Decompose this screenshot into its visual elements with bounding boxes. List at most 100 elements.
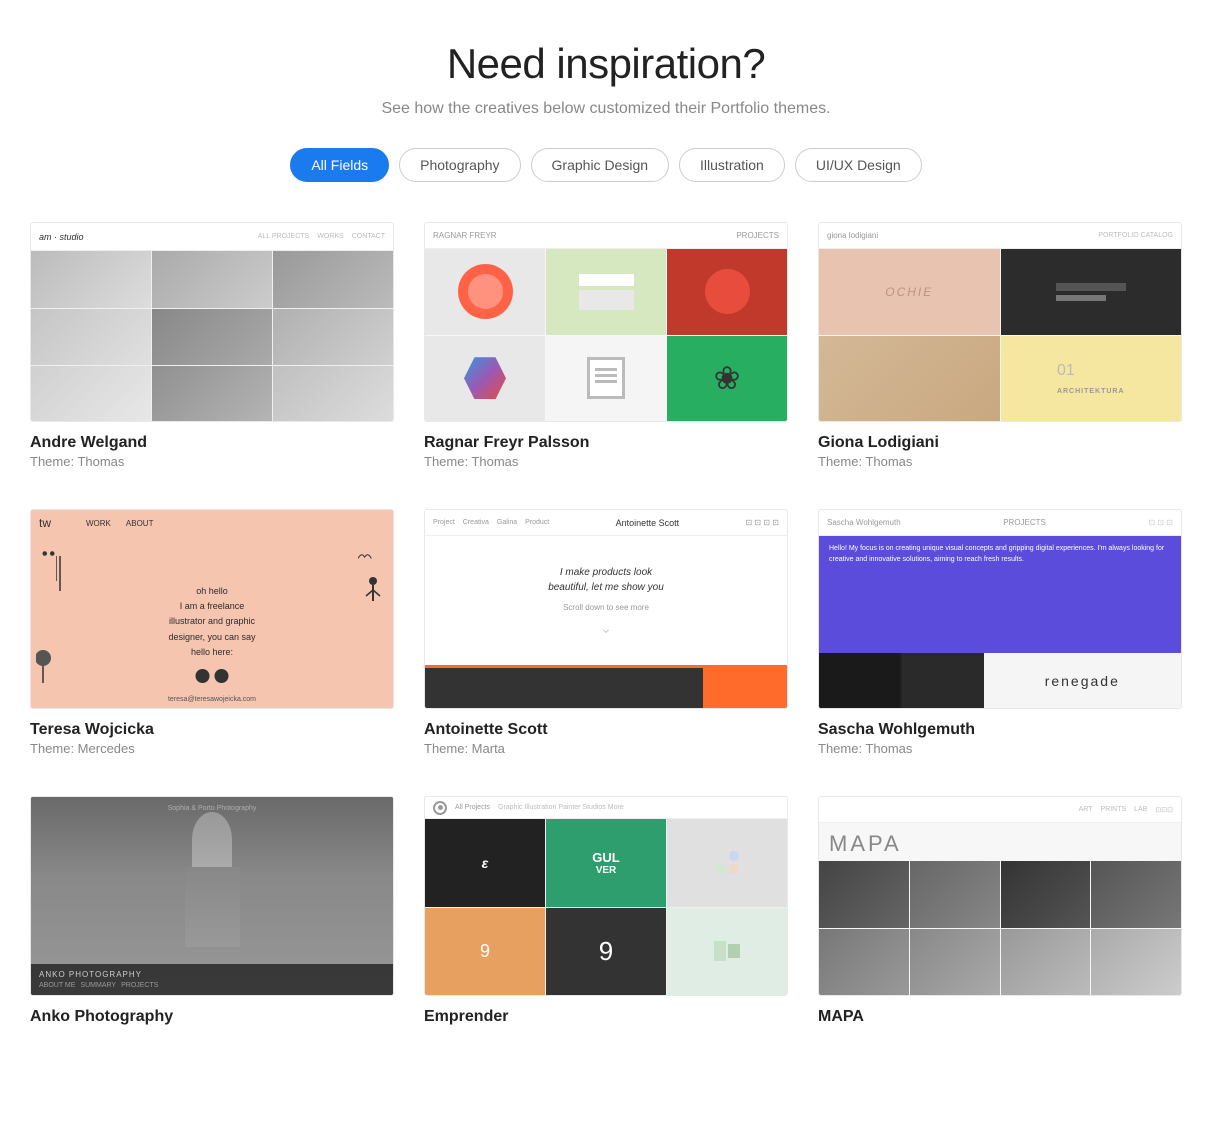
emp-cell-5: 9	[546, 908, 666, 996]
sascha-site-name: Sascha Wohlgemuth	[827, 518, 901, 527]
teresa-header: tw WORK ABOUT	[31, 510, 393, 536]
ragnar-header: RAGNAR FREYR PROJECTS	[425, 223, 787, 249]
am-studio-name: am · studio	[39, 232, 84, 242]
teresa-social	[196, 669, 229, 683]
portfolio-name-ragnar: Ragnar Freyr Palsson	[424, 434, 788, 452]
emp-cell-3	[667, 819, 787, 907]
portfolio-name-antoinette: Antoinette Scott	[424, 721, 788, 739]
teresa-contact: teresa@teresawojeicka.com	[31, 696, 393, 703]
anko-top-text: Sophia & Porto Photography	[31, 805, 393, 812]
portfolio-theme-antoinette: Theme: Marta	[424, 741, 788, 756]
portfolio-theme-andre: Theme: Thomas	[30, 454, 394, 469]
giona-cell-4-text: 01 ARCHITEKTURA	[1049, 352, 1133, 404]
page-wrapper: Need inspiration? See how the creatives …	[0, 0, 1212, 1048]
mapa-header: ARTPRINTSLAB ⊡⊡⊡	[819, 797, 1181, 823]
emp-header: All Projects Graphic Illustration Painte…	[425, 797, 787, 819]
portfolio-item-ragnar: RAGNAR FREYR PROJECTS	[424, 222, 788, 469]
portfolio-preview-sascha[interactable]: Sascha Wohlgemuth PROJECTS ⊡ ⊡ ⊡ Hello! …	[818, 509, 1182, 709]
teresa-tree	[36, 643, 51, 688]
portfolio-name-andre: Andre Welgand	[30, 434, 394, 452]
teresa-about: ABOUT	[126, 519, 154, 528]
giona-grid: OCHIE 01 ARCHITEKTURA	[819, 249, 1181, 421]
portfolio-preview-anko[interactable]: Sophia & Porto Photography ANKO PHOTOGRA…	[30, 796, 394, 996]
portfolio-name-sascha: Sascha Wohlgemuth	[818, 721, 1182, 739]
sascha-icons: ⊡ ⊡ ⊡	[1148, 518, 1173, 527]
giona-cell-3-bg	[819, 336, 1000, 422]
portfolio-item-giona: giona lodigiani PORTFOLIO CATALOG OCHIE	[818, 222, 1182, 469]
ragnar-orange-circle	[458, 264, 513, 319]
ant-header: ProjectCreativaGalinaProduct Antoinette …	[425, 510, 787, 536]
am-cell-9	[273, 366, 393, 422]
mapa-photo-1	[819, 861, 909, 928]
ant-bottom-strip	[425, 668, 787, 708]
portfolio-name-giona: Giona Lodigiani	[818, 434, 1182, 452]
portfolio-preview-ragnar[interactable]: RAGNAR FREYR PROJECTS	[424, 222, 788, 422]
portfolio-preview-mapa[interactable]: ARTPRINTSLAB ⊡⊡⊡ MAPA	[818, 796, 1182, 996]
teresa-body: oh helloI am a freelanceillustrator and …	[31, 536, 393, 708]
ant-chevron: ⌄	[600, 620, 612, 637]
portfolio-item-sascha: Sascha Wohlgemuth PROJECTS ⊡ ⊡ ⊡ Hello! …	[818, 509, 1182, 756]
portfolio-preview-emprender[interactable]: All Projects Graphic Illustration Painte…	[424, 796, 788, 996]
page-title: Need inspiration?	[30, 40, 1182, 88]
sascha-bio-text: Hello! My focus is on creating unique vi…	[829, 544, 1171, 565]
portfolio-name-anko: Anko Photography	[30, 1008, 394, 1026]
filter-illustration[interactable]: Illustration	[679, 148, 785, 182]
portfolio-grid: am · studio ALL PROJECTSWORKSCONTACT	[30, 222, 1182, 1028]
ragnar-cell-5	[546, 336, 666, 422]
portfolio-info-antoinette: Antoinette Scott Theme: Marta	[424, 721, 788, 756]
am-cell-1	[31, 251, 151, 308]
portfolio-info-andre: Andre Welgand Theme: Thomas	[30, 434, 394, 469]
mapa-photo-4	[1091, 861, 1181, 928]
ragnar-hex	[464, 357, 506, 399]
teresa-work: WORK	[86, 519, 111, 528]
mapa-title: MAPA	[819, 823, 1181, 861]
mapa-header-nav: ARTPRINTSLAB ⊡⊡⊡	[1079, 806, 1173, 814]
am-photo-grid	[31, 251, 393, 422]
mapa-photo-7	[1001, 929, 1091, 996]
portfolio-preview-teresa[interactable]: tw WORK ABOUT	[30, 509, 394, 709]
sascha-renegade-section: renegade	[984, 653, 1181, 708]
emp-gul-ver: GUL VER	[592, 850, 619, 876]
mapa-photo-grid	[819, 861, 1181, 995]
preview-header-am: am · studio ALL PROJECTSWORKSCONTACT	[31, 223, 393, 251]
portfolio-preview-andre[interactable]: am · studio ALL PROJECTSWORKSCONTACT	[30, 222, 394, 422]
ant-strip-orange	[703, 668, 787, 708]
portfolio-preview-antoinette[interactable]: ProjectCreativaGalinaProduct Antoinette …	[424, 509, 788, 709]
giona-cell-1: OCHIE	[819, 249, 1000, 335]
teresa-bird	[358, 551, 378, 571]
mapa-photo-6	[910, 929, 1000, 996]
ant-scroll: Scroll down to see more	[563, 603, 649, 612]
filter-graphic-design[interactable]: Graphic Design	[531, 148, 670, 182]
ant-body: I make products lookbeautiful, let me sh…	[425, 536, 787, 668]
filter-all-fields[interactable]: All Fields	[290, 148, 389, 182]
am-cell-8	[152, 366, 272, 422]
portfolio-name-teresa: Teresa Wojcicka	[30, 721, 394, 739]
filter-photography[interactable]: Photography	[399, 148, 520, 182]
ragnar-cell-4	[425, 336, 545, 422]
mapa-photo-2	[910, 861, 1000, 928]
sascha-projects-label: PROJECTS	[1003, 518, 1046, 527]
ragnar-red-circle	[705, 269, 750, 314]
giona-ochie-text: OCHIE	[885, 285, 933, 299]
emp-cell-2: GUL VER	[546, 819, 666, 907]
sascha-body: Hello! My focus is on creating unique vi…	[819, 536, 1181, 708]
sascha-blue-section: Hello! My focus is on creating unique vi…	[819, 536, 1181, 653]
portfolio-info-ragnar: Ragnar Freyr Palsson Theme: Thomas	[424, 434, 788, 469]
portfolio-item-anko: Sophia & Porto Photography ANKO PHOTOGRA…	[30, 796, 394, 1028]
portfolio-item-emprender: All Projects Graphic Illustration Painte…	[424, 796, 788, 1028]
giona-cell-2	[1001, 249, 1182, 335]
portfolio-info-emprender: Emprender	[424, 1008, 788, 1028]
portfolio-item-antoinette: ProjectCreativaGalinaProduct Antoinette …	[424, 509, 788, 756]
portfolio-info-mapa: MAPA	[818, 1008, 1182, 1028]
portfolio-theme-teresa: Theme: Mercedes	[30, 741, 394, 756]
am-cell-6	[273, 309, 393, 366]
sascha-renegade-text: renegade	[1045, 673, 1120, 689]
portfolio-theme-giona: Theme: Thomas	[818, 454, 1182, 469]
portfolio-preview-giona[interactable]: giona lodigiani PORTFOLIO CATALOG OCHIE	[818, 222, 1182, 422]
anko-footer-bar: ANKO PHOTOGRAPHY ABOUT ME SUMMARY PROJEC…	[31, 964, 393, 995]
giona-header: giona lodigiani PORTFOLIO CATALOG	[819, 223, 1181, 249]
ragnar-flower: ❀	[714, 359, 741, 397]
am-cell-7	[31, 366, 151, 422]
filter-uiux-design[interactable]: UI/UX Design	[795, 148, 922, 182]
ragnar-cell-2-content	[571, 266, 642, 318]
